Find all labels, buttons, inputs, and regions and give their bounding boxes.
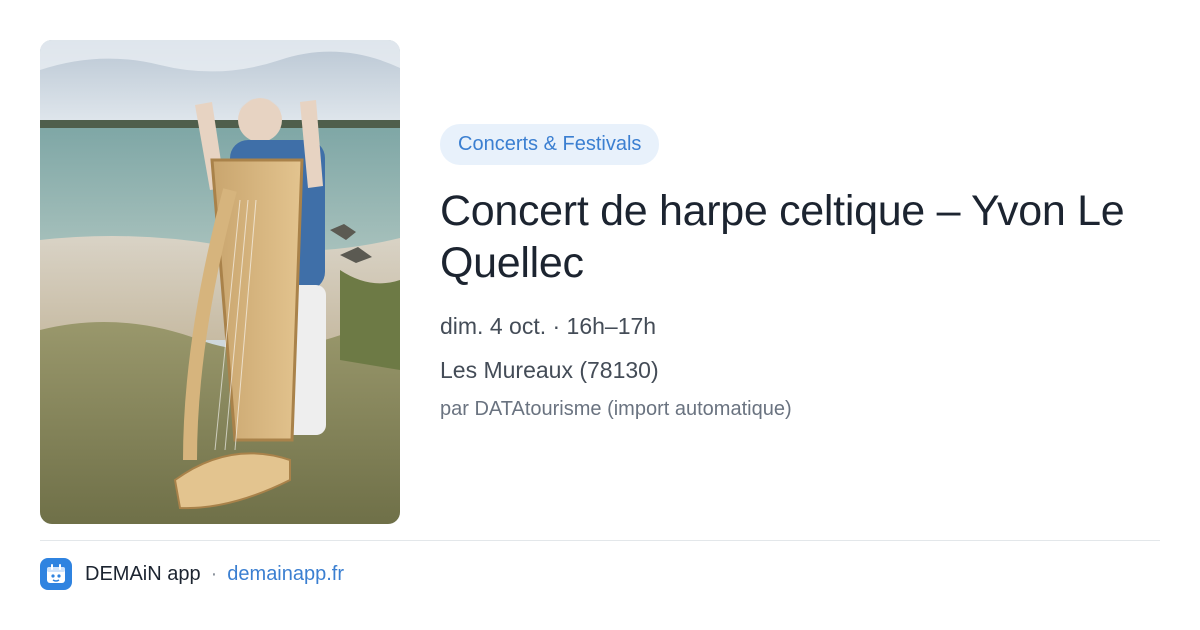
event-photo: [40, 40, 400, 524]
calendar-icon[interactable]: [40, 558, 72, 590]
category-badge[interactable]: Concerts & Festivals: [440, 124, 660, 165]
event-datetime: dim. 4 oct. · 16h–17h: [440, 313, 657, 339]
calendar-glyph: [47, 564, 65, 583]
site-link[interactable]: demainapp.fr: [227, 563, 344, 586]
event-title: Concert de harpe celtique – Yvon Le Quel…: [440, 187, 1125, 287]
event-location: Les Mureaux (78130): [440, 357, 659, 383]
footer: DEMAiN app · demainapp.fr: [40, 558, 344, 590]
event-source: par DATAtourisme (import automatique): [440, 398, 792, 420]
app-name: DEMAiN app: [85, 562, 201, 585]
harpist-photo-illustration: [40, 40, 400, 524]
footer-separator: ·: [210, 562, 218, 585]
footer-divider: [40, 540, 1160, 541]
event-details: Concerts & Festivals Concert de harpe ce…: [440, 124, 1160, 423]
